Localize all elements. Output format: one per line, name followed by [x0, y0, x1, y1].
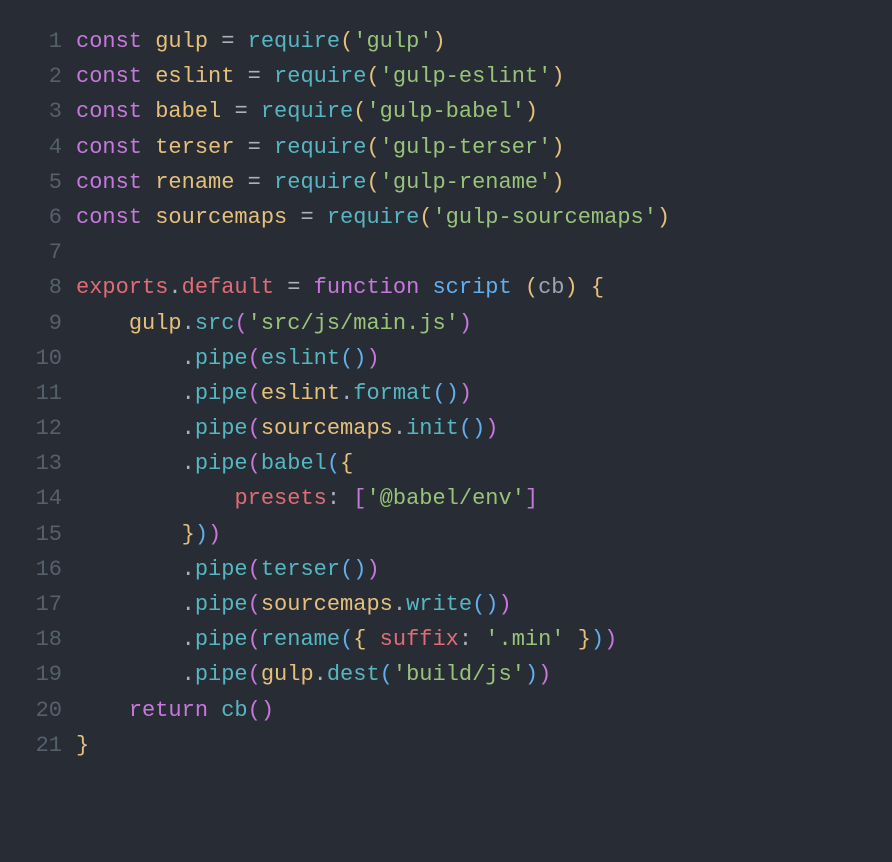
- line-number: 17: [20, 587, 76, 622]
- code-content: .pipe(babel({: [76, 446, 872, 481]
- code-content: .pipe(sourcemaps.init()): [76, 411, 872, 446]
- code-content: const sourcemaps = require('gulp-sourcem…: [76, 200, 872, 235]
- code-content: return cb(): [76, 693, 872, 728]
- code-line: 13 .pipe(babel({: [20, 446, 872, 481]
- code-content: .pipe(eslint()): [76, 341, 872, 376]
- code-line: 10 .pipe(eslint()): [20, 341, 872, 376]
- line-number: 9: [20, 306, 76, 341]
- code-line: 11 .pipe(eslint.format()): [20, 376, 872, 411]
- code-line: 17 .pipe(sourcemaps.write()): [20, 587, 872, 622]
- code-line: 18 .pipe(rename({ suffix: '.min' })): [20, 622, 872, 657]
- code-content: exports.default = function script (cb) {: [76, 270, 872, 305]
- code-line: 7: [20, 235, 872, 270]
- code-content: .pipe(eslint.format()): [76, 376, 872, 411]
- code-content: .pipe(rename({ suffix: '.min' })): [76, 622, 872, 657]
- code-content: const babel = require('gulp-babel'): [76, 94, 872, 129]
- code-content: gulp.src('src/js/main.js'): [76, 306, 872, 341]
- line-number: 12: [20, 411, 76, 446]
- code-content: const rename = require('gulp-rename'): [76, 165, 872, 200]
- line-number: 8: [20, 270, 76, 305]
- code-content: .pipe(gulp.dest('build/js')): [76, 657, 872, 692]
- code-content: const eslint = require('gulp-eslint'): [76, 59, 872, 94]
- line-number: 6: [20, 200, 76, 235]
- line-number: 5: [20, 165, 76, 200]
- code-line: 12 .pipe(sourcemaps.init()): [20, 411, 872, 446]
- code-content: presets: ['@babel/env']: [76, 481, 872, 516]
- line-number: 14: [20, 481, 76, 516]
- code-content: .pipe(terser()): [76, 552, 872, 587]
- line-number: 20: [20, 693, 76, 728]
- code-line: 5const rename = require('gulp-rename'): [20, 165, 872, 200]
- line-number: 1: [20, 24, 76, 59]
- code-content: const gulp = require('gulp'): [76, 24, 872, 59]
- line-number: 15: [20, 517, 76, 552]
- code-content: })): [76, 517, 872, 552]
- code-content: }: [76, 728, 872, 763]
- line-number: 11: [20, 376, 76, 411]
- line-number: 16: [20, 552, 76, 587]
- code-content: [76, 235, 872, 270]
- code-editor: 1const gulp = require('gulp')2const esli…: [20, 24, 872, 763]
- code-line: 21}: [20, 728, 872, 763]
- code-line: 15 })): [20, 517, 872, 552]
- code-content: const terser = require('gulp-terser'): [76, 130, 872, 165]
- code-line: 2const eslint = require('gulp-eslint'): [20, 59, 872, 94]
- code-line: 8exports.default = function script (cb) …: [20, 270, 872, 305]
- line-number: 21: [20, 728, 76, 763]
- code-line: 3const babel = require('gulp-babel'): [20, 94, 872, 129]
- line-number: 19: [20, 657, 76, 692]
- line-number: 4: [20, 130, 76, 165]
- code-line: 1const gulp = require('gulp'): [20, 24, 872, 59]
- line-number: 3: [20, 94, 76, 129]
- code-line: 20 return cb(): [20, 693, 872, 728]
- code-line: 19 .pipe(gulp.dest('build/js')): [20, 657, 872, 692]
- line-number: 2: [20, 59, 76, 94]
- code-line: 6const sourcemaps = require('gulp-source…: [20, 200, 872, 235]
- code-line: 9 gulp.src('src/js/main.js'): [20, 306, 872, 341]
- code-line: 16 .pipe(terser()): [20, 552, 872, 587]
- line-number: 18: [20, 622, 76, 657]
- code-line: 4const terser = require('gulp-terser'): [20, 130, 872, 165]
- line-number: 7: [20, 235, 76, 270]
- line-number: 10: [20, 341, 76, 376]
- code-content: .pipe(sourcemaps.write()): [76, 587, 872, 622]
- code-line: 14 presets: ['@babel/env']: [20, 481, 872, 516]
- line-number: 13: [20, 446, 76, 481]
